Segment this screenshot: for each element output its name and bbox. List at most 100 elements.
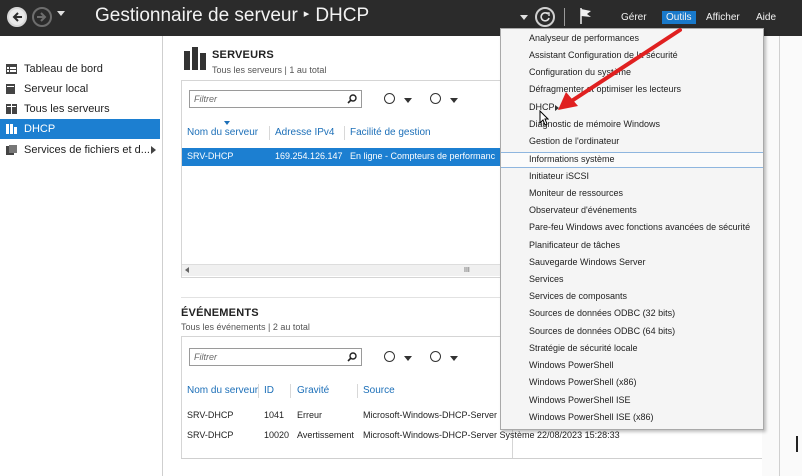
nav-item-tous-les-serveurs[interactable]: Tous les serveurs (0, 99, 160, 119)
col-header-nom-serveur[interactable]: Nom du serveur (187, 385, 258, 396)
tools-menu-item[interactable]: Pare-feu Windows avec fonctions avancées… (529, 222, 750, 232)
events-save-query-button[interactable] (430, 350, 462, 366)
servers-title: SERVEURS (212, 49, 274, 61)
cell-source: Microsoft-Windows-DHCP-Server (363, 410, 498, 420)
nav-label: Serveur local (24, 83, 89, 95)
servers-save-query-button[interactable] (430, 92, 462, 108)
nav-item-serveur-local[interactable]: Serveur local (0, 79, 160, 99)
tools-menu-item[interactable]: Moniteur de ressources (529, 188, 623, 198)
col-header-nom-serveur[interactable]: Nom du serveur (187, 127, 258, 138)
menu-outils[interactable]: Outils (662, 11, 696, 24)
cell-severity: Avertissement (297, 430, 354, 440)
nav-label: Tous les serveurs (24, 103, 110, 115)
tools-menu-item[interactable]: Services de composants (529, 291, 627, 301)
cell-event-id: 10020 (264, 430, 290, 440)
nav-item-services-de-fichiers[interactable]: Services de fichiers et d... (0, 140, 160, 160)
events-title: ÉVÉNEMENTS (181, 307, 259, 319)
chevron-down-icon (404, 356, 412, 361)
scroll-left-icon[interactable] (185, 267, 189, 273)
mouse-pointer-icon (539, 110, 549, 126)
bottom-border (181, 458, 779, 459)
dashboard-icon (6, 64, 17, 74)
tools-menu-item[interactable]: Windows PowerShell ISE (529, 395, 631, 405)
breadcrumb-separator: ▸ (303, 8, 310, 21)
search-icon[interactable] (347, 94, 357, 104)
page-title: Gestionnaire de serveur ▸ DHCP (95, 5, 369, 27)
tools-menu-item[interactable]: Stratégie de sécurité locale (529, 343, 638, 353)
back-button[interactable] (7, 7, 27, 27)
column-divider (258, 384, 259, 398)
events-list-options-button[interactable] (384, 350, 416, 366)
history-dropdown-icon[interactable] (57, 11, 65, 16)
sort-indicator-icon (224, 121, 230, 125)
tools-menu-item[interactable]: Windows PowerShell ISE (x86) (529, 412, 654, 422)
servers-filter-input[interactable]: Filtrer (189, 90, 362, 108)
tools-menu-item[interactable]: Windows PowerShell (x86) (529, 377, 637, 387)
forward-button[interactable] (32, 7, 52, 27)
app-title: Gestionnaire de serveur (95, 5, 298, 26)
expand-arrow-icon[interactable] (151, 146, 156, 154)
column-divider (357, 384, 358, 398)
tools-menu-item[interactable]: Sources de données ODBC (64 bits) (529, 326, 675, 336)
col-header-source[interactable]: Source (363, 385, 395, 396)
list-icon (384, 351, 395, 362)
nav-label: DHCP (24, 123, 56, 135)
nav-item-tableau-de-bord[interactable]: Tableau de bord (0, 59, 160, 79)
cell-server-name: SRV-DHCP (187, 430, 234, 440)
cell-source: Microsoft-Windows-DHCP-Server Système 22… (363, 430, 620, 440)
column-divider (269, 126, 270, 140)
notifications-dropdown-icon[interactable] (520, 15, 528, 20)
menu-gerer[interactable]: Gérer (621, 12, 647, 23)
menu-afficher[interactable]: Afficher (706, 12, 740, 23)
column-divider (344, 126, 345, 140)
tools-menu-item-highlighted[interactable]: Informations système (529, 154, 615, 164)
nav-label: Tableau de bord (24, 63, 103, 75)
right-gutter (762, 36, 802, 476)
chevron-down-icon (404, 98, 412, 103)
save-icon (430, 351, 441, 362)
tools-menu-item[interactable]: Sauvegarde Windows Server (529, 257, 646, 267)
cell-ipv4: 169.254.126.147 (275, 151, 343, 161)
cell-server-name: SRV-DHCP (187, 410, 234, 420)
events-filter-input[interactable]: Filtrer (189, 348, 362, 366)
col-header-gravite[interactable]: Gravité (297, 385, 329, 396)
cell-server-name: SRV-DHCP (187, 151, 234, 161)
search-icon[interactable] (347, 352, 357, 362)
cell-event-id: 1041 (264, 410, 285, 420)
servers-icon (6, 104, 17, 114)
table-row[interactable]: SRV-DHCP 169.254.126.147 En ligne - Comp… (182, 148, 500, 166)
col-header-facilite-gestion[interactable]: Facilité de gestion (350, 127, 431, 138)
tools-menu-item[interactable]: Services (529, 274, 564, 284)
right-border (779, 36, 780, 476)
col-header-adresse-ipv4[interactable]: Adresse IPv4 (275, 127, 334, 138)
tools-menu-item[interactable]: Gestion de l'ordinateur (529, 136, 619, 146)
notification-flag-icon[interactable] (579, 7, 593, 25)
save-icon (430, 93, 441, 104)
column-divider (290, 384, 291, 398)
scroll-thumb[interactable]: III (464, 267, 470, 274)
events-subtitle: Tous les événements | 2 au total (181, 322, 310, 332)
nav-label: Services de fichiers et d... (24, 144, 150, 156)
cell-severity: Erreur (297, 410, 323, 420)
horizontal-scrollbar[interactable]: III (182, 264, 500, 276)
chevron-down-icon (450, 98, 458, 103)
servers-section-icon (184, 47, 206, 70)
col-header-id[interactable]: ID (264, 385, 274, 396)
tools-menu-item[interactable]: Windows PowerShell (529, 360, 614, 370)
servers-subtitle: Tous les serveurs | 1 au total (212, 65, 327, 75)
annotation-arrow-icon (558, 28, 682, 110)
tools-menu-item[interactable]: Planificateur de tâches (529, 240, 620, 250)
dhcp-icon (6, 124, 17, 134)
section-divider (181, 297, 513, 298)
servers-list-options-button[interactable] (384, 92, 416, 108)
nav-item-dhcp[interactable]: DHCP (0, 119, 160, 139)
file-services-icon (6, 145, 17, 155)
breadcrumb-current: DHCP (315, 5, 370, 26)
tools-menu-item[interactable]: Observateur d'événements (529, 205, 637, 215)
filter-placeholder: Filtrer (194, 94, 217, 104)
tools-menu-item[interactable]: Sources de données ODBC (32 bits) (529, 308, 675, 318)
list-icon (384, 93, 395, 104)
menu-aide[interactable]: Aide (756, 12, 776, 23)
chevron-down-icon (450, 356, 458, 361)
tools-menu-item[interactable]: Initiateur iSCSI (529, 171, 589, 181)
